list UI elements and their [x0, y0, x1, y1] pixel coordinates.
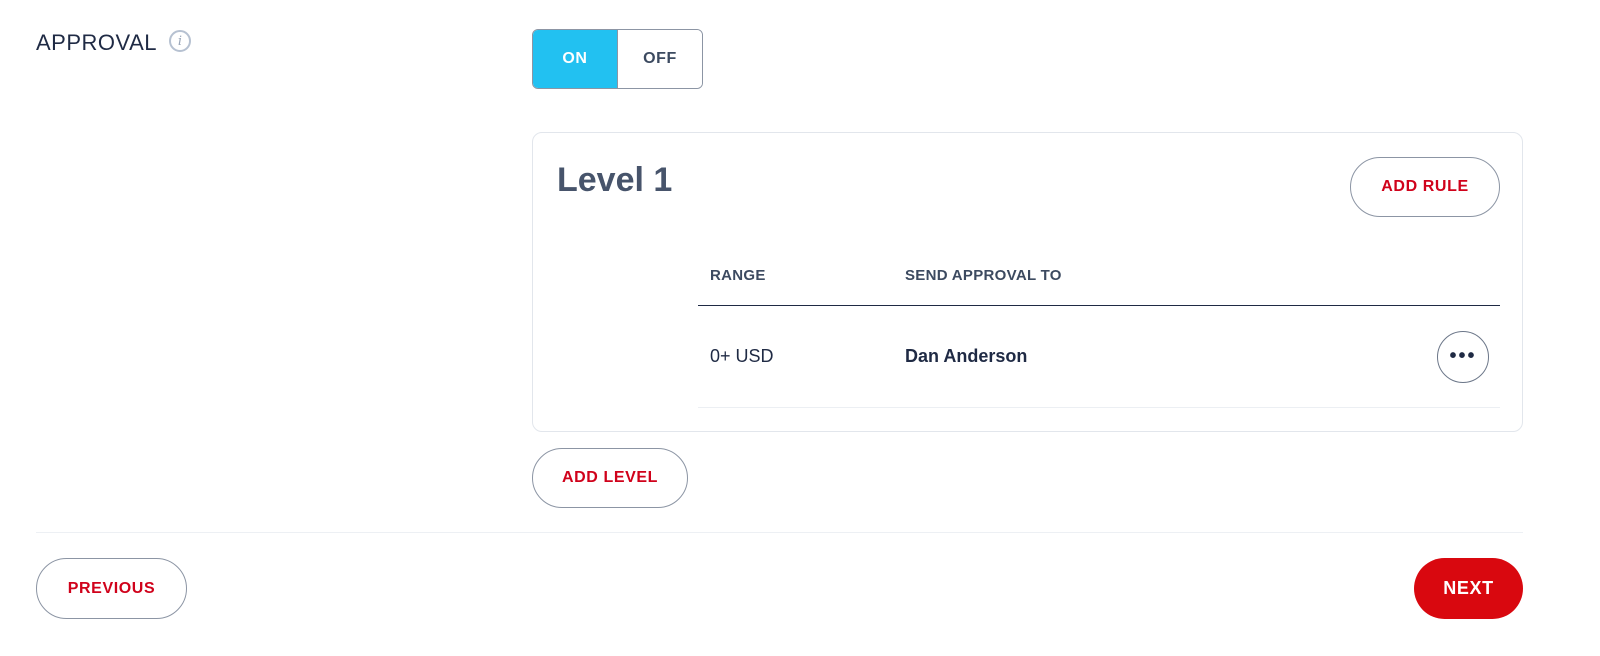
footer-divider — [36, 532, 1523, 533]
toggle-off-button[interactable]: OFF — [617, 30, 702, 88]
previous-button[interactable]: PREVIOUS — [36, 558, 187, 619]
send-approval-to-column-header: SEND APPROVAL TO — [905, 266, 1062, 284]
add-rule-button[interactable]: ADD RULE — [1350, 157, 1500, 217]
rules-table: RANGE SEND APPROVAL TO 0+ USD Dan Anders… — [698, 245, 1500, 408]
next-button[interactable]: NEXT — [1414, 558, 1523, 619]
approval-label: APPROVAL — [36, 30, 157, 55]
approval-settings-page: APPROVAL i ON OFF Level 1 ADD RULE RANGE… — [0, 0, 1600, 656]
level-card: Level 1 ADD RULE RANGE SEND APPROVAL TO … — [532, 132, 1523, 432]
table-row: 0+ USD Dan Anderson ••• — [698, 306, 1500, 408]
approver-name: Dan Anderson — [905, 346, 1028, 366]
range-column-header: RANGE — [710, 266, 766, 284]
level-title: Level 1 — [557, 161, 673, 199]
toggle-on-button[interactable]: ON — [533, 30, 617, 88]
add-level-button[interactable]: ADD LEVEL — [532, 448, 688, 508]
range-value: 0+ USD — [710, 346, 774, 366]
approval-toggle: ON OFF — [532, 29, 703, 89]
more-horizontal-icon[interactable]: ••• — [1437, 330, 1489, 383]
rules-table-header: RANGE SEND APPROVAL TO — [698, 245, 1500, 306]
info-icon[interactable]: i — [168, 30, 191, 52]
approval-section-label: APPROVAL i — [36, 30, 191, 56]
